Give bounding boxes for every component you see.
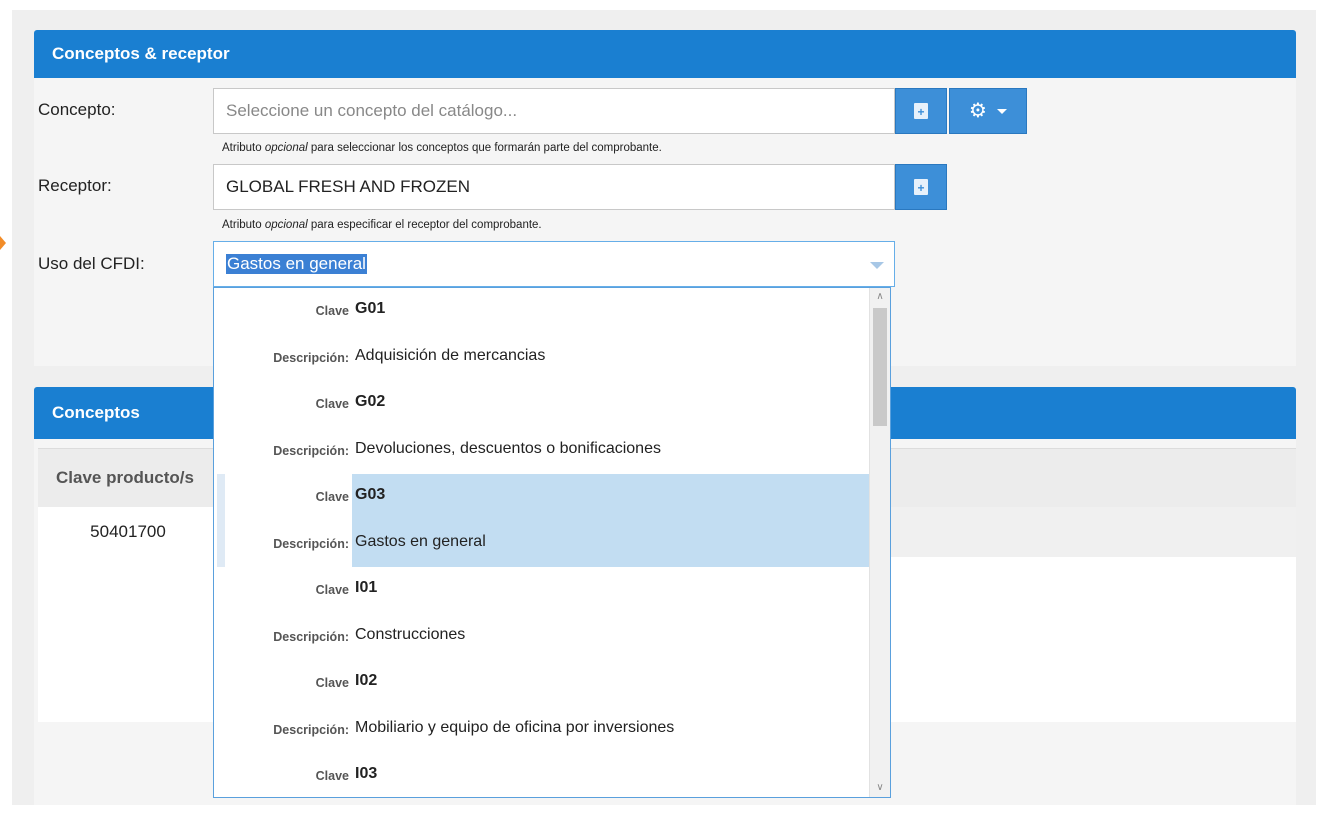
dropdown-option[interactable]: Clave I03 <box>214 753 870 797</box>
scroll-down-icon[interactable]: ∨ <box>870 779 890 797</box>
add-receptor-button[interactable]: + <box>895 164 947 210</box>
pointer-arrow-icon <box>0 236 6 250</box>
option-code: I01 <box>355 579 378 596</box>
scroll-up-icon[interactable]: ∧ <box>870 288 890 306</box>
option-key: Descripción: <box>273 629 349 644</box>
dropdown-option[interactable]: Descripción: Construcciones <box>214 614 870 661</box>
option-key: Descripción: <box>273 443 349 458</box>
uso-cfdi-selected-value: Gastos en general <box>226 254 367 274</box>
uso-cfdi-dropdown-list[interactable]: Clave G01 Descripción: Adquisición de merca… <box>213 287 891 798</box>
dropdown-option[interactable]: Clave I02 <box>214 660 870 707</box>
uso-cfdi-label: Uso del CFDI: <box>38 254 145 273</box>
dropdown-option[interactable]: Clave I01 <box>214 567 870 614</box>
option-description: Construcciones <box>355 625 466 643</box>
option-code: I03 <box>355 765 378 782</box>
chevron-down-icon <box>870 262 884 269</box>
table-cell-clave: 50401700 <box>38 507 218 557</box>
column-header-clave-producto: Clave producto/s <box>56 468 194 487</box>
receptor-input[interactable]: GLOBAL FRESH AND FROZEN <box>213 164 895 210</box>
panel-title: Conceptos & receptor <box>52 44 230 63</box>
add-document-icon: + <box>914 103 928 119</box>
option-key: Clave <box>315 490 349 504</box>
option-code: G02 <box>355 393 386 410</box>
scrollbar-thumb[interactable] <box>873 308 887 426</box>
dropdown-option[interactable]: Clave G02 <box>214 381 870 428</box>
receptor-help: Atributo opcional para especificar el re… <box>222 219 542 231</box>
option-description: Adquisición de mercancias <box>355 346 546 364</box>
uso-cfdi-select[interactable]: Gastos en general <box>213 241 895 287</box>
selection-marker <box>217 520 225 567</box>
dropdown-option[interactable]: Descripción: Mobiliario y equipo de ofici… <box>214 707 870 754</box>
concepto-help: Atributo opcional para seleccionar los c… <box>222 142 662 154</box>
concepto-label: Concepto: <box>38 100 116 119</box>
option-description: Mobiliario y equipo de oficina por inver… <box>355 718 675 736</box>
option-key: Clave <box>315 769 349 783</box>
panel-title: Conceptos <box>52 403 140 422</box>
dropdown-option[interactable]: Clave G01 <box>214 288 870 335</box>
option-key: Descripción: <box>273 536 349 551</box>
option-key: Clave <box>315 304 349 318</box>
option-key: Descripción: <box>273 350 349 365</box>
selection-highlight <box>352 474 870 521</box>
dropdown-option[interactable]: Descripción: Adquisición de mercancias <box>214 335 870 382</box>
add-document-icon: + <box>914 179 928 195</box>
settings-dropdown-button[interactable]: ⚙ <box>949 88 1027 134</box>
add-concepto-button[interactable]: + <box>895 88 947 134</box>
panel-header-conceptos-receptor: Conceptos & receptor <box>34 30 1296 78</box>
gear-icon: ⚙ <box>969 100 987 122</box>
option-code: I02 <box>355 672 378 689</box>
receptor-label: Receptor: <box>38 176 112 195</box>
selection-marker <box>217 474 225 521</box>
option-key: Clave <box>315 583 349 597</box>
option-description: Gastos en general <box>355 532 486 550</box>
concepto-input[interactable]: Seleccione un concepto del catálogo... <box>213 88 895 134</box>
option-code: G01 <box>355 300 386 317</box>
chevron-down-icon <box>996 108 1007 114</box>
dropdown-option[interactable]: Descripción: Devoluciones, descuentos o b… <box>214 428 870 475</box>
dropdown-option[interactable]: Clave G03 <box>214 474 870 521</box>
option-key: Clave <box>315 397 349 411</box>
option-key: Clave <box>315 676 349 690</box>
dropdown-option[interactable]: Descripción: Gastos en general <box>214 520 870 567</box>
option-key: Descripción: <box>273 722 349 737</box>
dropdown-scrollbar[interactable]: ∧ ∨ <box>869 288 890 797</box>
dropdown-options: Clave G01 Descripción: Adquisición de merca… <box>214 288 870 797</box>
option-description: Devoluciones, descuentos o bonificacione… <box>355 439 661 457</box>
option-code: G03 <box>355 486 386 503</box>
